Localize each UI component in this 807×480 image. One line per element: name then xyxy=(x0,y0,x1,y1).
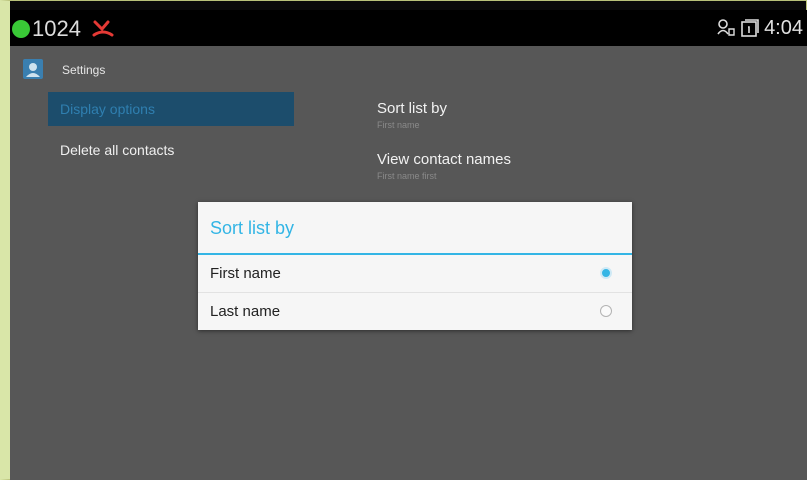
option-label: First name xyxy=(210,265,281,282)
contacts-icon[interactable] xyxy=(22,58,44,80)
screen-icon xyxy=(741,19,759,37)
sidebar-item-display-options[interactable]: Display options xyxy=(48,92,294,126)
missed-call-icon xyxy=(92,20,114,37)
pref-view-contact-names[interactable]: View contact names First name first xyxy=(377,151,511,181)
extension-number: 1024 xyxy=(32,16,81,41)
action-bar: Settings xyxy=(10,46,807,94)
option-first-name[interactable]: First name xyxy=(198,255,632,293)
sort-dialog: Sort list by First name Last name xyxy=(198,202,632,330)
dialog-title: Sort list by xyxy=(210,218,295,238)
pref-summary: First name first xyxy=(377,171,437,181)
radio-checked-icon[interactable] xyxy=(600,267,612,279)
page-title: Settings xyxy=(62,63,106,77)
radio-unchecked-icon[interactable] xyxy=(600,305,612,317)
voicemail-icon xyxy=(717,19,735,36)
pref-summary: First name xyxy=(377,120,420,130)
pref-title: View contact names xyxy=(377,151,511,168)
status-dot-icon xyxy=(12,20,30,38)
option-last-name[interactable]: Last name xyxy=(198,293,632,331)
sidebar-item-label: Display options xyxy=(60,101,155,117)
status-bar: 1024 4:04 xyxy=(10,10,807,46)
clock: 4:04 xyxy=(764,16,803,39)
sidebar-item-delete-all-contacts[interactable]: Delete all contacts xyxy=(48,133,294,167)
pref-title: Sort list by xyxy=(377,100,448,117)
sidebar-item-label: Delete all contacts xyxy=(60,142,175,158)
option-label: Last name xyxy=(210,303,281,320)
pref-sort-list-by[interactable]: Sort list by First name xyxy=(377,100,447,130)
